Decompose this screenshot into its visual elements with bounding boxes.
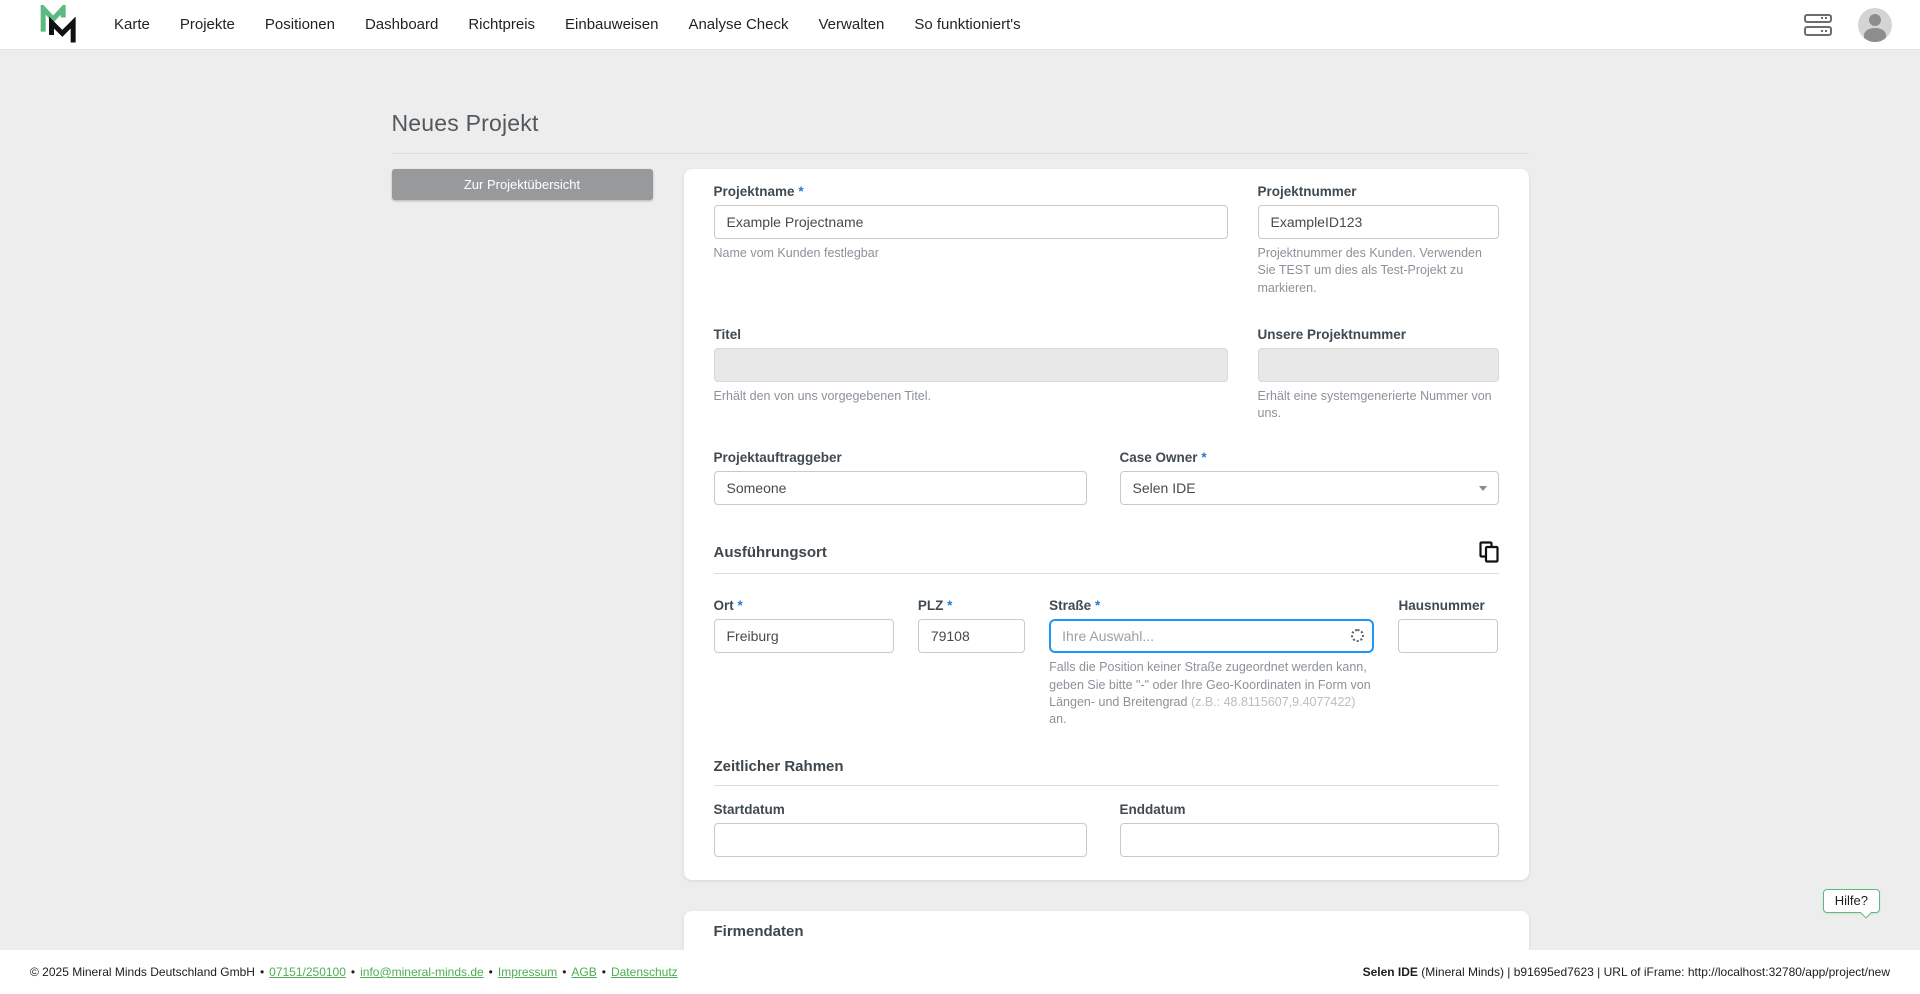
case-owner-selected-value: Selen IDE	[1133, 480, 1196, 496]
field-unsere-projektnummer: Unsere Projektnummer Erhält eine systemg…	[1258, 327, 1499, 423]
field-projektnummer: Projektnummer Projektnummer des Kunden. …	[1258, 184, 1499, 297]
footer-left: © 2025 Mineral Minds Deutschland GmbH • …	[30, 965, 678, 979]
nav-item-einbauweisen[interactable]: Einbauweisen	[565, 16, 658, 33]
nav-item-projekte[interactable]: Projekte	[180, 16, 235, 33]
help-button[interactable]: Hilfe?	[1823, 889, 1880, 913]
startdatum-label: Startdatum	[714, 802, 1087, 817]
strasse-helper: Falls die Position keiner Straße zugeord…	[1049, 659, 1374, 728]
field-strasse: Straße * Falls die Position keiner Straß…	[1049, 598, 1374, 728]
field-projektname: Projektname * Name vom Kunden festlegbar	[714, 184, 1228, 297]
hausnummer-input[interactable]	[1398, 619, 1498, 653]
session-info: Selen IDE (Mineral Minds) | b91695ed7623…	[1363, 965, 1890, 979]
server-row	[1804, 14, 1832, 24]
titel-label: Titel	[714, 327, 1228, 342]
field-hausnummer: Hausnummer	[1398, 598, 1498, 728]
chevron-down-icon	[1479, 486, 1487, 491]
section-ausfuehrungsort: Ausführungsort	[714, 541, 1499, 574]
top-navigation-bar: Karte Projekte Positionen Dashboard Rich…	[0, 0, 1920, 50]
field-startdatum: Startdatum	[714, 802, 1087, 857]
new-project-form-card: Projektname * Name vom Kunden festlegbar…	[684, 169, 1529, 880]
footer-link-agb[interactable]: AGB	[571, 965, 596, 979]
required-asterisk: *	[798, 184, 803, 199]
ort-label: Ort	[714, 598, 734, 613]
session-user: Selen IDE	[1363, 965, 1418, 979]
nav-item-positionen[interactable]: Positionen	[265, 16, 335, 33]
projektname-helper: Name vom Kunden festlegbar	[714, 245, 1228, 262]
enddatum-input[interactable]	[1120, 823, 1499, 857]
field-case-owner: Case Owner * Selen IDE	[1120, 450, 1499, 505]
required-asterisk: *	[947, 598, 952, 613]
titel-input	[714, 348, 1228, 382]
ausfuehrungsort-heading: Ausführungsort	[714, 544, 827, 561]
footer: © 2025 Mineral Minds Deutschland GmbH • …	[0, 950, 1920, 994]
required-asterisk: *	[738, 598, 743, 613]
copyright-text: © 2025 Mineral Minds Deutschland GmbH	[30, 965, 255, 979]
zeitlicher-rahmen-heading: Zeitlicher Rahmen	[714, 758, 844, 775]
nav-item-so-funktionierts[interactable]: So funktioniert's	[914, 16, 1020, 33]
plz-label: PLZ	[918, 598, 944, 613]
projektnummer-label: Projektnummer	[1258, 184, 1499, 199]
required-asterisk: *	[1201, 450, 1206, 465]
enddatum-label: Enddatum	[1120, 802, 1499, 817]
page-title: Neues Projekt	[392, 110, 1529, 137]
server-icon[interactable]	[1804, 14, 1832, 36]
startdatum-input[interactable]	[714, 823, 1087, 857]
copy-icon[interactable]	[1479, 541, 1499, 563]
footer-link-phone[interactable]: 07151/250100	[269, 965, 346, 979]
projektauftraggeber-label: Projektauftraggeber	[714, 450, 1087, 465]
case-owner-select[interactable]: Selen IDE	[1120, 471, 1499, 505]
field-enddatum: Enddatum	[1120, 802, 1499, 857]
unsere-projektnummer-input	[1258, 348, 1499, 382]
unsere-projektnummer-label: Unsere Projektnummer	[1258, 327, 1499, 342]
session-details: (Mineral Minds) | b91695ed7623 | URL of …	[1418, 965, 1890, 979]
nav-item-richtpreis[interactable]: Richtpreis	[468, 16, 535, 33]
field-plz: PLZ *	[918, 598, 1025, 728]
section-firmendaten: Firmendaten	[714, 923, 1499, 950]
field-projektauftraggeber: Projektauftraggeber	[714, 450, 1087, 505]
titel-helper: Erhält den von uns vorgegebenen Titel.	[714, 388, 1228, 405]
firmendaten-card: Firmendaten	[684, 911, 1529, 950]
ort-input[interactable]	[714, 619, 894, 653]
projektauftraggeber-input[interactable]	[714, 471, 1087, 505]
field-ort: Ort *	[714, 598, 894, 728]
plz-input[interactable]	[918, 619, 1025, 653]
projektname-label: Projektname	[714, 184, 795, 199]
help-button-label: Hilfe?	[1835, 893, 1868, 908]
nav-item-dashboard[interactable]: Dashboard	[365, 16, 438, 33]
nav-item-analyse-check[interactable]: Analyse Check	[688, 16, 788, 33]
required-asterisk: *	[1095, 598, 1100, 613]
projektnummer-input[interactable]	[1258, 205, 1499, 239]
mineral-minds-logo-icon[interactable]	[36, 5, 82, 45]
server-row	[1804, 26, 1832, 36]
nav-item-karte[interactable]: Karte	[114, 16, 150, 33]
strasse-input[interactable]	[1049, 619, 1374, 653]
field-titel: Titel Erhält den von uns vorgegebenen Ti…	[714, 327, 1228, 423]
strasse-label: Straße	[1049, 598, 1091, 613]
project-overview-button[interactable]: Zur Projektübersicht	[392, 169, 653, 200]
footer-link-email[interactable]: info@mineral-minds.de	[360, 965, 484, 979]
footer-link-impressum[interactable]: Impressum	[498, 965, 557, 979]
footer-link-datenschutz[interactable]: Datenschutz	[611, 965, 678, 979]
strasse-helper-example: (z.B.: 48.8115607,9.4077422)	[1191, 695, 1355, 709]
user-avatar[interactable]	[1858, 8, 1892, 42]
firmendaten-heading: Firmendaten	[714, 923, 804, 940]
hausnummer-label: Hausnummer	[1398, 598, 1498, 613]
main-area: Neues Projekt Zur Projektübersicht Proje…	[0, 50, 1920, 950]
nav-item-verwalten[interactable]: Verwalten	[819, 16, 885, 33]
projektnummer-helper: Projektnummer des Kunden. Verwenden Sie …	[1258, 245, 1499, 297]
unsere-projektnummer-helper: Erhält eine systemgenerierte Nummer von …	[1258, 388, 1499, 423]
projektname-input[interactable]	[714, 205, 1228, 239]
main-nav: Karte Projekte Positionen Dashboard Rich…	[114, 16, 1021, 33]
title-divider	[392, 153, 1529, 154]
case-owner-label: Case Owner	[1120, 450, 1198, 465]
avatar-shoulders-icon	[1864, 28, 1886, 42]
section-zeitlicher-rahmen: Zeitlicher Rahmen	[714, 758, 1499, 786]
avatar-head-icon	[1869, 14, 1881, 26]
